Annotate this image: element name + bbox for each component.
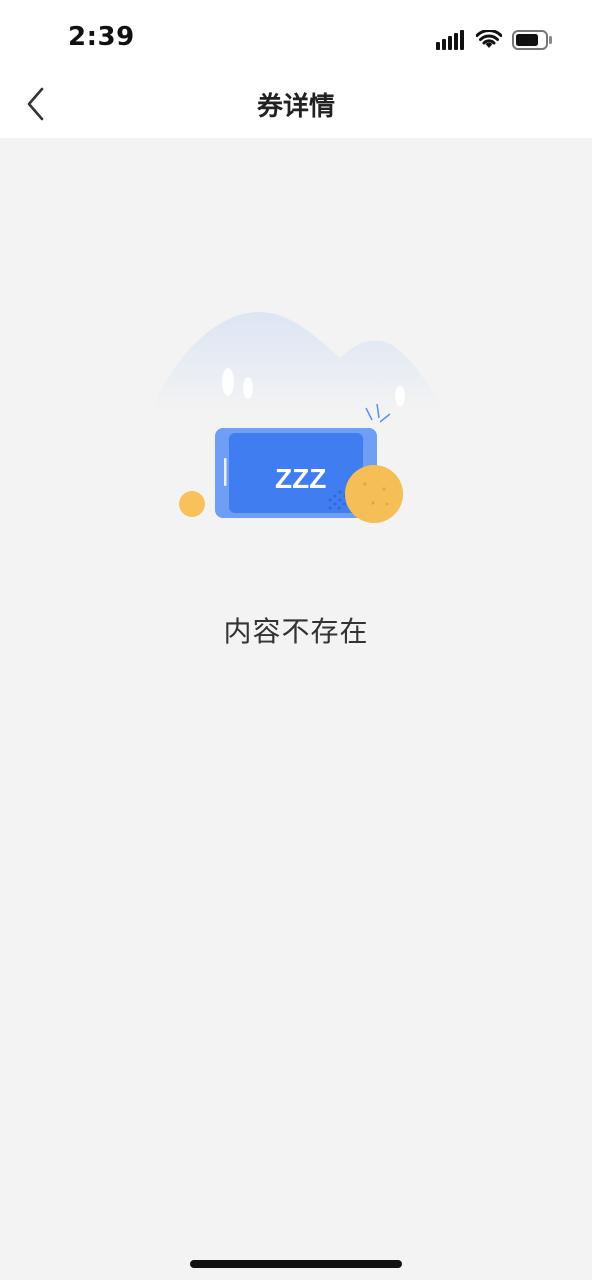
illustration-zzz: ZZZ	[275, 463, 326, 494]
status-icons	[436, 26, 554, 54]
nav-bar: 券详情	[0, 72, 592, 138]
home-indicator	[190, 1260, 402, 1268]
signal-icon	[436, 30, 464, 50]
empty-state-container: ZZZ 内容不存在	[0, 138, 592, 1280]
status-time: 2:39	[68, 22, 135, 52]
status-bar: 2:39	[0, 0, 592, 72]
page-title: 券详情	[256, 92, 335, 122]
wifi-icon	[476, 30, 502, 48]
sleeping-phone-icon: ZZZ	[152, 312, 445, 523]
battery-icon	[512, 30, 552, 50]
empty-message: 内容不存在	[223, 615, 369, 648]
